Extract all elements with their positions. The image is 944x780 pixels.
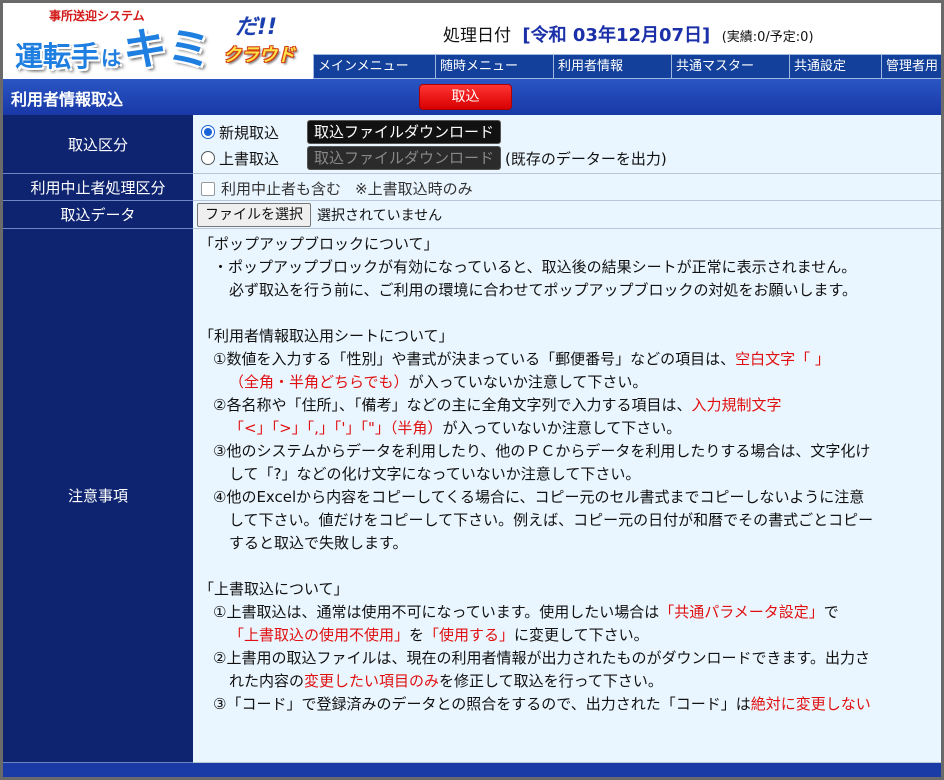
include-suspended-checkbox-row[interactable]: 利用中止者も含む ※上書取込時のみ	[201, 178, 473, 199]
import-data-label: 取込データ	[3, 201, 193, 229]
logo-word-da: だ!!	[235, 15, 278, 40]
nav-adhoc-menu[interactable]: 随時メニュー	[435, 54, 553, 79]
radio-overwrite-import[interactable]: 上書取込 取込ファイルダウンロード (既存のデーターを出力)	[201, 146, 667, 170]
overwrite-note-1b-red1: 「上書取込の使用不使用」	[229, 626, 410, 644]
overwrite-note-3a-text: ③「コード」で登録済みのデータとの照合をするので、出力された「コード」は	[213, 695, 751, 713]
suspended-users-label: 利用中止者処理区分	[3, 174, 193, 201]
suspended-users-label-text: 利用中止者処理区分	[30, 178, 166, 197]
sheet-note-2a-text: ②各名称や「住所」、「備考」などの主に全角文字列で入力する項目は、	[213, 396, 692, 414]
sheet-note-1b-red: （全角・半角どちらでも）	[229, 373, 409, 391]
sheet-note-1a: ①数値を入力する「性別」や書式が決まっている「郵便番号」などの項目は、空白文字「…	[199, 348, 939, 371]
import-data-label-text: 取込データ	[60, 206, 136, 224]
suspended-users-cell: 利用中止者も含む ※上書取込時のみ	[193, 174, 941, 201]
main-nav: メインメニュー 随時メニュー 利用者情報 共通マスター 共通設定 管理者用	[313, 54, 941, 79]
logo-word-wa: は	[101, 46, 122, 70]
radio-new-import[interactable]: 新規取込 取込ファイルダウンロード	[201, 120, 502, 144]
include-suspended-checkbox[interactable]	[201, 181, 215, 196]
sheet-note-4a: ④他のExcelから内容をコピーしてくる場合に、コピー元のセル書式までコピーしな…	[213, 488, 865, 506]
logo-word-untenshu: 運転手	[15, 40, 100, 73]
logo-word-cloud: クラウド	[223, 45, 295, 66]
popup-line-2: 必ず取込を行う前に、ご利用の環境に合わせてポップアップブロックの対処をお願いしま…	[229, 281, 858, 299]
overwrite-note-2b-text: れた内容の	[229, 672, 305, 690]
radio-overwrite-import-label: 上書取込	[219, 149, 280, 168]
overwrite-note-1a-text: ①上書取込は、通常は使用不可になっています。使用したい場合は	[213, 603, 660, 621]
import-button[interactable]: 取込	[419, 84, 512, 110]
sheet-note-1a-text: ①数値を入力する「性別」や書式が決まっている「郵便番号」などの項目は、	[213, 350, 736, 368]
sheet-note-3a: ③他のシステムからデータを利用したり、他のＰＣからデータを利用したりする場合は、…	[213, 442, 871, 460]
file-status: 選択されていません	[317, 208, 443, 224]
file-picker: ファイルを選択 選択されていません	[197, 203, 442, 227]
overwrite-only-note: ※上書取込時のみ	[355, 180, 473, 198]
sheet-note-2b-text: が入っていないか注意して下さい。	[442, 419, 682, 437]
sheet-note-1b-text: が入っていないか注意して下さい。	[408, 373, 648, 391]
radio-new-import-control[interactable]	[201, 125, 215, 139]
processing-date-value: [令和 03年12月07日]	[522, 25, 711, 46]
sheet-note-2b: 「<」「>」「,」「'」「"」（半角）が入っていないか注意して下さい。	[199, 417, 939, 440]
overwrite-note-2b: れた内容の変更したい項目のみを修正して取込を行って下さい。	[199, 670, 939, 693]
sheet-note-2a: ②各名称や「住所」、「備考」などの主に全角文字列で入力する項目は、入力規制文字	[199, 394, 939, 417]
radio-overwrite-import-control[interactable]	[201, 151, 215, 165]
include-suspended-label: 利用中止者も含む	[221, 180, 342, 198]
download-existing-note: (既存のデーターを出力)	[505, 149, 667, 168]
header: 事所送迎システム 運転手 は キミ だ!! クラウド 処理日付 [令和 03年1…	[3, 3, 941, 79]
processing-date-label: 処理日付	[443, 26, 511, 46]
sheet-note-4c: すると取込で失敗します。	[229, 534, 408, 552]
import-data-cell: ファイルを選択 選択されていません	[193, 201, 941, 229]
nav-common-settings[interactable]: 共通設定	[789, 54, 881, 79]
nav-user-info[interactable]: 利用者情報	[553, 54, 671, 79]
overwrite-note-1a-red: 「共通パラメータ設定」	[659, 603, 824, 621]
page-title: 利用者情報取込	[11, 90, 124, 109]
app-logo[interactable]: 事所送迎システム 運転手 は キミ だ!! クラウド	[11, 7, 311, 75]
nav-admin[interactable]: 管理者用	[881, 54, 941, 79]
download-existing-data-button[interactable]: 取込ファイルダウンロード	[307, 146, 502, 170]
nav-main-menu[interactable]: メインメニュー	[313, 54, 435, 79]
overwrite-note-1b-red2: 「使用する」	[424, 626, 515, 644]
overwrite-note-2a: ②上書用の取込ファイルは、現在の利用者情報が出力されたものがダウンロードできます…	[213, 649, 870, 667]
notes-cell: 「ポップアップブロックについて」 ・ポップアップブロックが有効になっていると、取…	[193, 229, 941, 763]
notes-label-text: 注意事項	[67, 487, 128, 505]
sheet-note-2b-red: 「<」「>」「,」「'」「"」（半角）	[229, 419, 443, 437]
sheet-note-1a-red: 空白文字「 」	[735, 350, 830, 368]
sheet-note-4b: して下さい。値だけをコピーして下さい。例えば、コピー元の日付が和暦でその書式ごと…	[229, 511, 874, 529]
overwrite-note-1b-end: に変更して下さい。	[514, 626, 649, 644]
sheet-heading: 「利用者情報取込用シートについて」	[199, 327, 454, 345]
import-type-label: 取込区分	[3, 115, 193, 174]
radio-new-import-label: 新規取込	[219, 123, 280, 142]
import-type-cell: 新規取込 取込ファイルダウンロード 上書取込 取込ファイルダウンロード (既存の…	[193, 115, 941, 174]
sheet-note-1b: （全角・半角どちらでも）が入っていないか注意して下さい。	[199, 371, 939, 394]
import-type-label-text: 取込区分	[67, 135, 128, 154]
notes-content: 「ポップアップブロックについて」 ・ポップアップブロックが有効になっていると、取…	[199, 233, 939, 716]
page-title-bar: 利用者情報取込 取込	[3, 79, 941, 115]
logo-word-kimi: キミ	[123, 24, 212, 75]
bottom-bar	[3, 763, 941, 777]
download-import-file-button[interactable]: 取込ファイルダウンロード	[307, 120, 502, 144]
overwrite-note-1b: 「上書取込の使用不使用」を「使用する」に変更して下さい。	[199, 624, 939, 647]
overwrite-note-3a-red: 絶対に変更しない	[750, 695, 871, 713]
choose-file-button[interactable]: ファイルを選択	[197, 203, 311, 227]
overwrite-heading: 「上書取込について」	[199, 580, 349, 598]
overwrite-note-2b-red: 変更したい項目のみ	[304, 672, 440, 690]
app-frame: 事所送迎システム 運転手 は キミ だ!! クラウド 処理日付 [令和 03年1…	[3, 3, 941, 777]
sheet-note-3b: して「?」などの化け文字になっていないか注意して下さい。	[229, 465, 641, 483]
nav-common-master[interactable]: 共通マスター	[671, 54, 789, 79]
processing-date: 処理日付 [令和 03年12月07日] (実績:0/予定:0)	[443, 21, 814, 47]
notes-label: 注意事項	[3, 229, 193, 763]
overwrite-note-3a: ③「コード」で登録済みのデータとの照合をするので、出力された「コード」は絶対に変…	[199, 693, 939, 716]
overwrite-note-1a: ①上書取込は、通常は使用不可になっています。使用したい場合は「共通パラメータ設定…	[199, 601, 939, 624]
sheet-note-2a-red: 入力規制文字	[691, 396, 782, 414]
popup-heading: 「ポップアップブロックについて」	[199, 235, 439, 253]
record-counts: (実績:0/予定:0)	[721, 30, 814, 45]
popup-line-1: ・ポップアップブロックが有効になっていると、取込後の結果シートが正常に表示されま…	[213, 258, 857, 276]
overwrite-note-1b-mid: を	[409, 626, 425, 644]
overwrite-note-2b-tail: を修正して取込を行って下さい。	[439, 672, 663, 690]
overwrite-note-1a-tail: で	[823, 603, 839, 621]
